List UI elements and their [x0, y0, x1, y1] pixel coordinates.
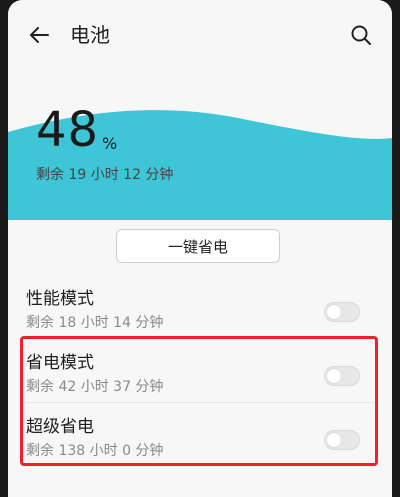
- battery-settings-screen: 电池 48 % 剩余 19 小时 12 分钟 一键省电 性能模式 剩余 18 小…: [8, 0, 392, 497]
- mode-title: 超级省电: [26, 417, 94, 437]
- page-title: 电池: [70, 23, 110, 47]
- ultra-power-saving-mode-toggle[interactable]: [324, 430, 360, 450]
- mode-row-performance[interactable]: 性能模式 剩余 18 小时 14 分钟: [8, 280, 392, 342]
- toggle-knob: [327, 433, 341, 447]
- toggle-knob: [327, 369, 341, 383]
- mode-title: 省电模式: [26, 353, 94, 373]
- battery-level-panel: 48 % 剩余 19 小时 12 分钟: [8, 72, 392, 220]
- mode-remaining: 剩余 18 小时 14 分钟: [26, 315, 164, 331]
- search-button[interactable]: [346, 20, 376, 50]
- performance-mode-toggle[interactable]: [324, 302, 360, 322]
- power-saving-mode-toggle[interactable]: [324, 366, 360, 386]
- battery-remaining-time: 剩余 19 小时 12 分钟: [36, 167, 174, 183]
- header: 电池: [8, 0, 392, 72]
- mode-row-ultra-power-saving[interactable]: 超级省电 剩余 138 小时 0 分钟: [8, 408, 392, 470]
- mode-remaining: 剩余 42 小时 37 分钟: [26, 379, 164, 395]
- search-icon: [351, 25, 371, 45]
- arrow-left-icon: [30, 27, 49, 43]
- toggle-knob: [327, 305, 341, 319]
- mode-title: 性能模式: [26, 289, 94, 309]
- divider: [26, 402, 374, 403]
- battery-percent: 48: [36, 102, 100, 158]
- mode-row-power-saving[interactable]: 省电模式 剩余 42 小时 37 分钟: [8, 344, 392, 406]
- one-key-power-save-button[interactable]: 一键省电: [116, 229, 280, 263]
- back-button[interactable]: [24, 20, 54, 50]
- mode-remaining: 剩余 138 小时 0 分钟: [26, 443, 164, 459]
- battery-percent-sign: %: [102, 134, 118, 153]
